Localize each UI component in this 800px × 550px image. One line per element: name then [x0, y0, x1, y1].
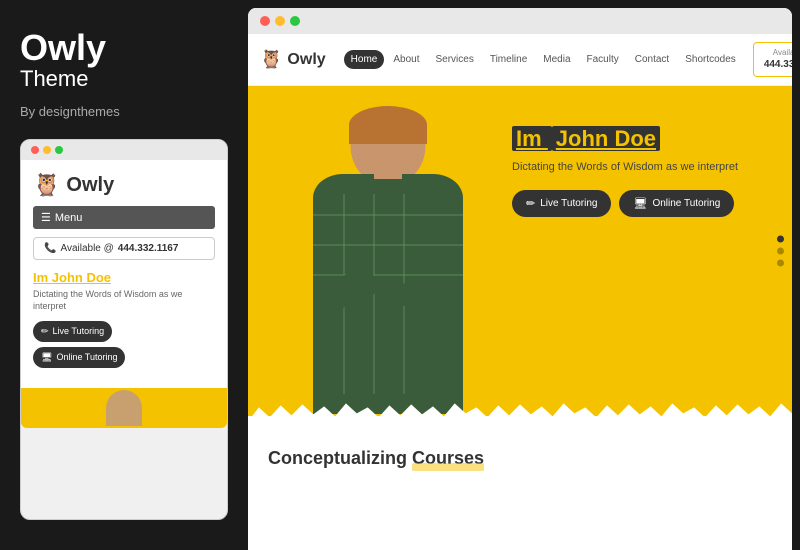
nav-item-faculty[interactable]: Faculty	[580, 50, 626, 69]
nav-logo: 🦉 Owly	[260, 49, 326, 70]
bottom-section: Conceptualizing Courses	[248, 436, 792, 481]
hero-buttons: ✏ Live Tutoring 🖥 Online Tutoring	[512, 190, 772, 217]
mobile-live-tutoring-button[interactable]: ✏ Live Tutoring	[33, 321, 112, 342]
mobile-top-bar	[21, 140, 227, 160]
nav-item-timeline[interactable]: Timeline	[483, 50, 534, 69]
nav-item-about[interactable]: About	[386, 50, 426, 69]
brand-subtitle: Theme	[20, 66, 228, 92]
dots-nav	[777, 236, 784, 267]
mobile-dot-yellow	[43, 146, 51, 154]
mobile-dot-green	[55, 146, 63, 154]
mobile-mockup: 🦉 Owly ☰ Menu 📞 Available @ 444.332.1167…	[20, 139, 228, 520]
brand-by: By designthemes	[20, 104, 228, 119]
nav-item-home[interactable]: Home	[344, 50, 385, 69]
dot-1[interactable]	[777, 236, 784, 243]
nav-phone-number: 444.332.1167	[764, 58, 792, 71]
person-hair	[349, 106, 427, 144]
courses-title-text: Conceptualizing Courses	[268, 448, 484, 468]
mobile-live-label: Live Tutoring	[53, 326, 105, 336]
mobile-phone-icon: 📞	[44, 243, 56, 254]
mobile-dot-red	[31, 146, 39, 154]
hero-name: John Doe	[552, 126, 660, 151]
nav-logo-text: Owly	[287, 51, 325, 69]
dot-3[interactable]	[777, 260, 784, 267]
torn-divider	[248, 416, 792, 436]
browser-dot-green	[290, 16, 300, 26]
mobile-menu-bar[interactable]: ☰ Menu	[33, 206, 215, 229]
hero-text-area: Im John Doe Dictating the Words of Wisdo…	[512, 126, 772, 216]
left-panel: Owly Theme By designthemes 🦉 Owly ☰ Menu…	[0, 0, 248, 550]
nav-item-shortcodes[interactable]: Shortcodes	[678, 50, 743, 69]
nav-phone-box: Available @ 444.332.1167	[753, 42, 792, 77]
hero-heading-pre: Im	[512, 126, 552, 151]
nav-item-contact[interactable]: Contact	[628, 50, 676, 69]
mobile-online-label: Online Tutoring	[56, 352, 117, 362]
hero-heading: Im John Doe	[512, 126, 772, 152]
hamburger-icon: ☰	[41, 211, 51, 224]
mobile-online-icon: 🖥	[41, 352, 52, 363]
hero-person	[248, 86, 528, 416]
mobile-phone-label: Available @	[60, 243, 113, 254]
person-body	[313, 174, 463, 414]
mobile-live-icon: ✏	[41, 326, 49, 337]
mobile-heading: Im John Doe	[33, 270, 215, 285]
nav-bar: 🦉 Owly Home About Services Timeline Medi…	[248, 34, 792, 86]
live-tutoring-label: Live Tutoring	[540, 198, 597, 209]
live-tutoring-icon: ✏	[526, 197, 535, 210]
mobile-online-tutoring-button[interactable]: 🖥 Online Tutoring	[33, 347, 125, 368]
hero-subtext: Dictating the Words of Wisdom as we inte…	[512, 160, 772, 175]
mobile-yellow-bottom	[21, 388, 227, 428]
mobile-btn-row: ✏ Live Tutoring 🖥 Online Tutoring	[33, 321, 215, 368]
mobile-owl-icon: 🦉	[33, 172, 60, 198]
mobile-brand-text: Owly	[66, 174, 114, 197]
live-tutoring-button[interactable]: ✏ Live Tutoring	[512, 190, 611, 217]
browser-chrome	[248, 8, 792, 34]
mobile-avatar-bottom	[106, 390, 142, 426]
nav-available-text: Available @	[764, 48, 792, 58]
mobile-phone-number: 444.332.1167	[118, 243, 179, 254]
online-tutoring-button[interactable]: 🖥 Online Tutoring	[619, 190, 734, 217]
browser-dot-red	[260, 16, 270, 26]
browser-dot-yellow	[275, 16, 285, 26]
mobile-phone-box: 📞 Available @ 444.332.1167	[33, 237, 215, 260]
online-tutoring-icon: 🖥	[633, 197, 647, 210]
browser-window: 🦉 Owly Home About Services Timeline Medi…	[248, 8, 792, 550]
mobile-hero-name: John Doe	[52, 270, 111, 285]
mobile-content: 🦉 Owly ☰ Menu 📞 Available @ 444.332.1167…	[21, 160, 227, 387]
dot-2[interactable]	[777, 248, 784, 255]
mobile-menu-label: Menu	[55, 212, 83, 224]
nav-item-media[interactable]: Media	[536, 50, 577, 69]
nav-item-services[interactable]: Services	[428, 50, 480, 69]
online-tutoring-label: Online Tutoring	[652, 198, 720, 209]
hero-section: Im John Doe Dictating the Words of Wisdo…	[248, 86, 792, 416]
mobile-subtext: Dictating the Words of Wisdom as we inte…	[33, 289, 215, 312]
brand-title: Owly	[20, 30, 228, 66]
nav-owl-icon: 🦉	[260, 49, 282, 70]
mobile-logo-row: 🦉 Owly	[33, 172, 215, 198]
nav-items: Home About Services Timeline Media Facul…	[344, 50, 743, 69]
courses-title: Conceptualizing Courses	[268, 448, 484, 469]
courses-title-highlight: Courses	[412, 448, 484, 469]
